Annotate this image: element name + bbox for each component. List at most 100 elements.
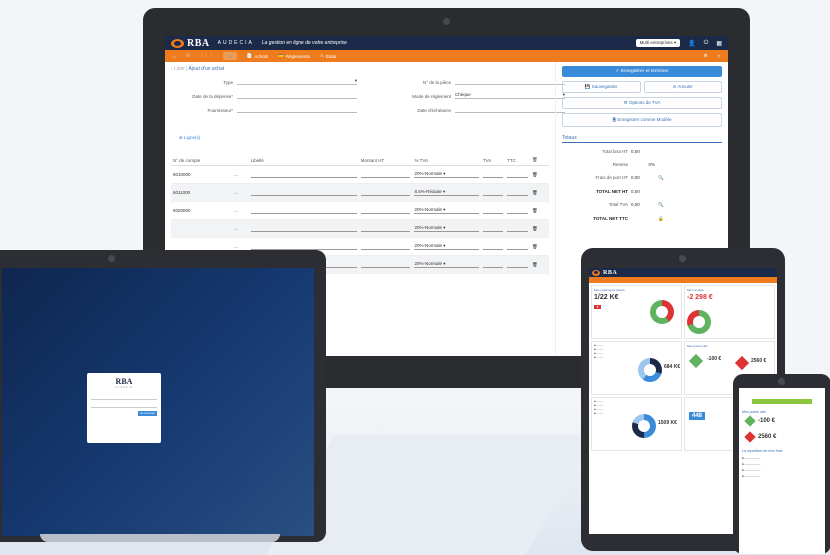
tva-select[interactable]: 20%-Normale ▾ (414, 261, 479, 268)
more-icon[interactable]: … (232, 201, 249, 220)
trash-icon[interactable]: 🗑 (529, 165, 549, 184)
login-email-field[interactable] (91, 395, 157, 400)
users-icon[interactable]: ⚇ (186, 53, 190, 59)
breadcrumb-root[interactable]: Liste (174, 66, 185, 72)
login-card: RBA AUDECIA Se connecter (87, 373, 161, 443)
tablet-topbar: RBA (589, 268, 777, 277)
tva-input[interactable] (482, 208, 504, 214)
search-icon[interactable]: 🔍 (658, 202, 668, 208)
amount-input[interactable] (360, 226, 411, 232)
tva-select[interactable]: 20%-Normale ▾ (414, 207, 479, 214)
card-resultat[interactable]: Mon résultat -2 298 € (684, 285, 775, 339)
laptop-screen: RBA AUDECIA Se connecter (2, 268, 314, 536)
label-input[interactable] (250, 172, 357, 178)
tva-options-button[interactable]: ⚙ Options de TVA (562, 97, 722, 109)
due-input[interactable] (455, 106, 565, 113)
grid-icon[interactable]: ▦ (716, 40, 722, 47)
settings-icon[interactable]: ⚙ (703, 53, 707, 59)
amount-input[interactable] (360, 262, 411, 268)
account-cell[interactable]: 6020000 (171, 201, 233, 220)
tva-input[interactable] (482, 262, 504, 268)
main-menu: ⌂ ⚇ ⋮⋮⋮ 🛒 📄 Achats 💳 Règlements ⚠ États … (165, 50, 728, 62)
amount-input[interactable] (360, 244, 411, 250)
more-icon[interactable]: … (232, 183, 249, 202)
trash-icon[interactable]: 🗑 (529, 255, 549, 274)
label-input[interactable] (250, 190, 357, 196)
arrow-up-icon (688, 353, 704, 369)
ttc-input[interactable] (507, 244, 528, 250)
tva-input[interactable] (482, 190, 504, 196)
home-icon[interactable]: ⌂ (173, 54, 176, 59)
supplier-input[interactable] (237, 106, 357, 113)
save-finish-button[interactable]: ✓ Enregistrer et terminer (562, 66, 722, 77)
phone-kpi-up[interactable]: -100 € (742, 415, 822, 427)
tva-input[interactable] (482, 172, 504, 178)
total-tva-row: Total TVA 0,00 🔍 (572, 202, 722, 208)
tva-input[interactable] (482, 226, 504, 232)
ttc-input[interactable] (507, 226, 528, 232)
type-label: Type (223, 80, 233, 85)
trash-icon[interactable]: 🗑 (529, 219, 549, 238)
trash-icon[interactable]: 🗑 (529, 237, 549, 256)
search-icon[interactable]: 🔍 (658, 175, 668, 181)
login-password-field[interactable] (91, 403, 157, 408)
table-row: … 20%-Normale ▾ 🗑 (171, 219, 549, 238)
tva-select[interactable]: 20%-Normale ▾ (414, 243, 479, 250)
account-cell[interactable]: 6010000 (171, 165, 233, 184)
label-input[interactable] (250, 244, 357, 250)
company-select[interactable]: Multi entreprises ▾ (635, 39, 681, 47)
phone-screen: Mes points clés -100 € 2560 € La réparti… (739, 388, 825, 554)
menu-item-etats[interactable]: ⚠ États (320, 53, 336, 59)
logo-icon (592, 269, 600, 276)
piece-input[interactable] (455, 78, 565, 85)
amount-input[interactable] (360, 208, 411, 214)
table-row: 6011000 … 8.5%-Réduite ▾ 🗑 (171, 183, 549, 202)
type-select[interactable]: ▾ (237, 78, 357, 85)
add-line-button[interactable]: ⊕ Ligne(s) (179, 135, 549, 141)
menu-item-achats[interactable]: 📄 Achats (247, 53, 268, 59)
arrow-down-icon (734, 355, 750, 371)
tva-input[interactable] (482, 244, 504, 250)
ttc-input[interactable] (507, 172, 528, 178)
label-input[interactable] (250, 208, 357, 214)
donut-chart (687, 310, 711, 334)
ttc-input[interactable] (507, 190, 528, 196)
ttc-input[interactable] (507, 262, 528, 268)
account-cell[interactable]: 6011000 (171, 183, 233, 202)
power-icon[interactable]: ⏻ (704, 40, 709, 47)
phone-kpi-down[interactable]: 2560 € (742, 431, 822, 443)
label-input[interactable] (250, 226, 357, 232)
trash-icon[interactable]: 🗑 (529, 155, 549, 166)
save-button[interactable]: 💾 Sauvegarder (562, 81, 641, 93)
amount-input[interactable] (360, 190, 411, 196)
mode-select[interactable]: Chèque ▾ (455, 92, 565, 99)
tva-select[interactable]: 20%-Normale ▾ (414, 225, 479, 232)
login-logo: RBA (115, 377, 133, 386)
camera-dot (443, 18, 450, 25)
tva-select[interactable]: 8.5%-Réduite ▾ (414, 189, 479, 196)
apps-icon[interactable]: ⋮⋮⋮ (200, 53, 214, 59)
cancel-button[interactable]: ⊘ Annuler (643, 81, 722, 93)
cart-icon[interactable]: 🛒 (223, 52, 237, 60)
amount-input[interactable] (360, 172, 411, 178)
account-cell[interactable] (171, 219, 233, 238)
trash-icon[interactable]: 🗑 (529, 183, 549, 202)
help-icon[interactable]: ? (717, 54, 720, 59)
tagline: La gestion en ligne de votre entreprise (261, 40, 347, 46)
trash-icon[interactable]: 🗑 (529, 201, 549, 220)
login-button[interactable]: Se connecter (138, 411, 157, 416)
total-ttc-row: TOTAL NET TTC 🔒 (572, 216, 722, 222)
menu-item-reglements[interactable]: 💳 Règlements (278, 53, 310, 59)
date-input[interactable] (237, 92, 357, 99)
donut-chart (632, 414, 656, 438)
more-icon[interactable]: … (232, 165, 249, 184)
save-model-button[interactable]: 🗎 Enregistrer comme Modèle (562, 113, 722, 127)
card-repartition[interactable]: ■ ──── ■ ──── ■ ──── ■ ──── 684 K€ (591, 341, 682, 395)
card-reglements[interactable]: Mes règlements clients 1/22 K€ ▼ (591, 285, 682, 339)
ttc-input[interactable] (507, 208, 528, 214)
more-icon[interactable]: … (232, 219, 249, 238)
tva-select[interactable]: 20%-Normale ▾ (414, 171, 479, 178)
app-logo[interactable]: RBA (171, 38, 210, 49)
user-icon[interactable]: 👤 (688, 40, 695, 47)
card-repartition-2[interactable]: ■ ──── ■ ──── ■ ──── ■ ──── 1509 K€ (591, 397, 682, 451)
